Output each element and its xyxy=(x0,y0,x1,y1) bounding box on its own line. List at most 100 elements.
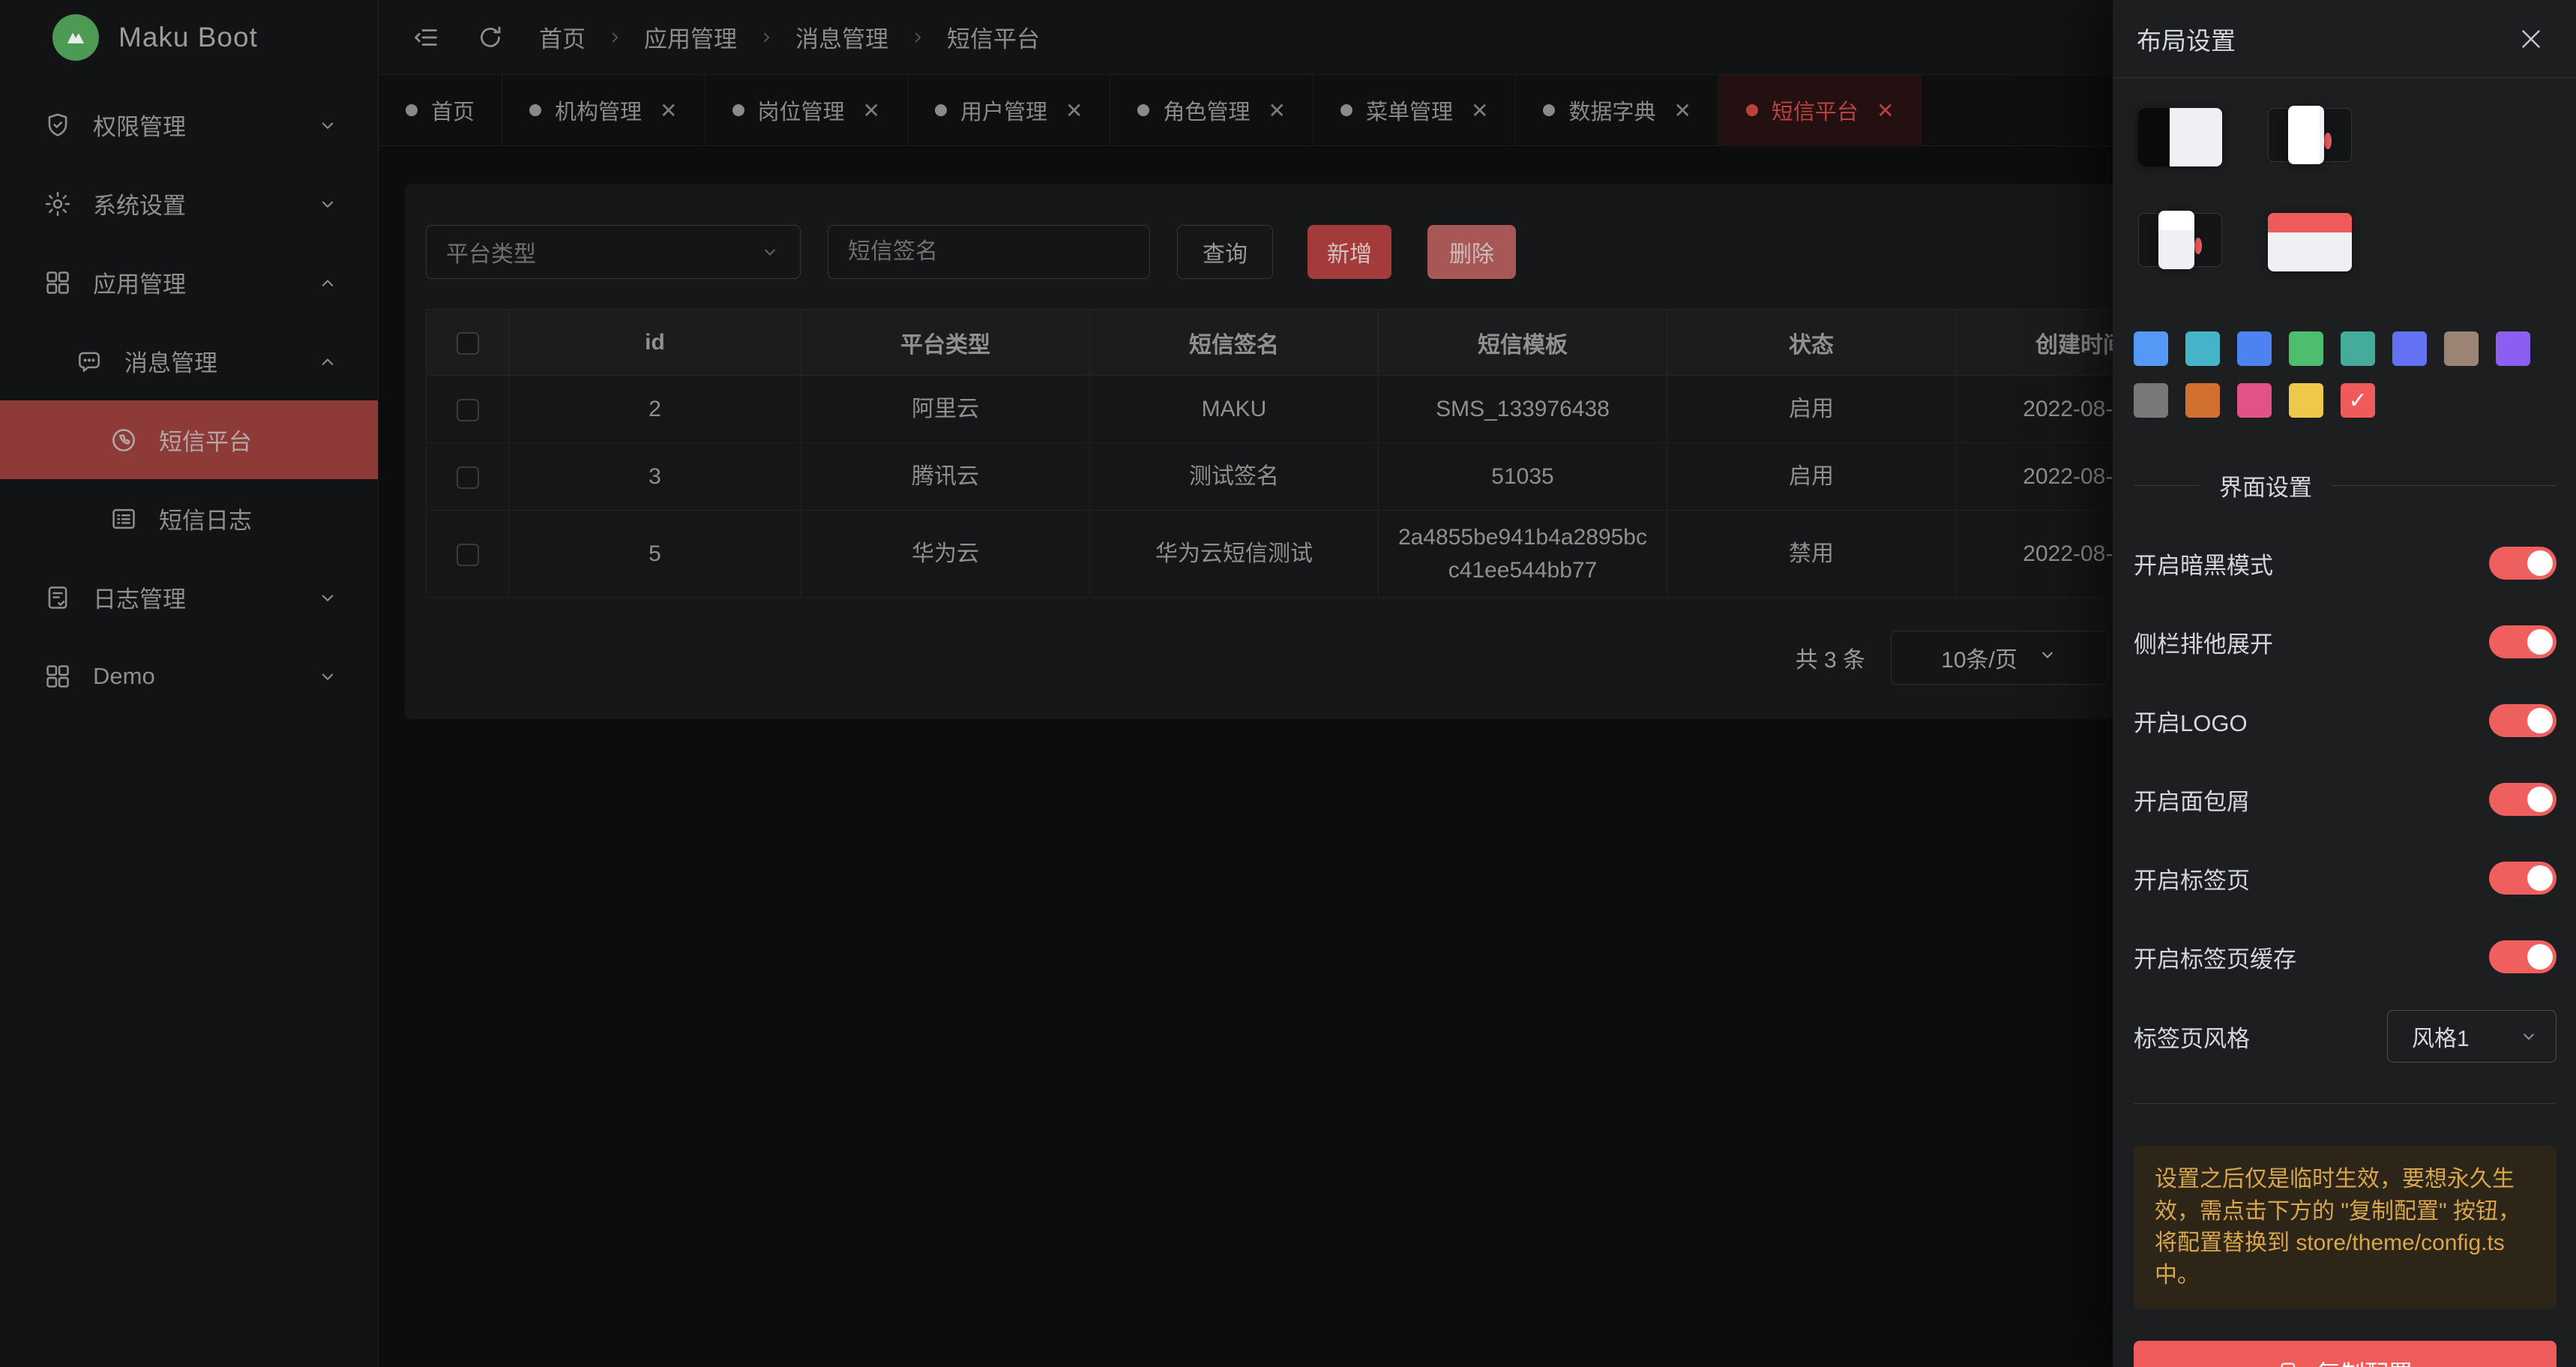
theme-color-swatch[interactable] xyxy=(2185,331,2220,366)
cell-template: 2a4855be941b4a2895bcc41ee544bb77 xyxy=(1379,511,1667,598)
breadcrumb: 首页 应用管理 消息管理 短信平台 xyxy=(539,20,1040,54)
layout-thumbnail xyxy=(2288,106,2324,164)
theme-color-swatch[interactable] xyxy=(2392,331,2427,366)
total-count: 共 3 条 xyxy=(1796,641,1865,674)
chevron-up-icon xyxy=(316,350,339,373)
layout-option-dark-sidebar[interactable] xyxy=(2138,108,2222,195)
tab-org[interactable]: 机构管理 ✕ xyxy=(502,75,705,145)
row-checkbox[interactable] xyxy=(457,399,479,421)
cell-id: 2 xyxy=(509,376,801,443)
toggle-logo[interactable] xyxy=(2489,704,2557,737)
chevron-down-icon xyxy=(316,193,339,215)
toggle-breadcrumb[interactable] xyxy=(2489,783,2557,816)
theme-color-swatch[interactable] xyxy=(2185,383,2220,418)
delete-button[interactable]: 删除 xyxy=(1427,225,1516,279)
tab-style-row: 标签页风格 风格1 xyxy=(2134,1010,2557,1063)
sidebar-item-label: 系统设置 xyxy=(93,187,186,220)
close-icon[interactable]: ✕ xyxy=(1877,98,1894,123)
breadcrumb-item[interactable]: 短信平台 xyxy=(947,20,1040,54)
theme-color-swatch[interactable] xyxy=(2134,383,2168,418)
breadcrumb-item[interactable]: 应用管理 xyxy=(644,20,737,54)
tab-post[interactable]: 岗位管理✕ xyxy=(705,75,908,145)
tab-style-select[interactable]: 风格1 xyxy=(2387,1010,2557,1063)
sidebar-item-permission[interactable]: 权限管理 xyxy=(0,85,378,164)
theme-color-swatch[interactable] xyxy=(2289,383,2323,418)
chevron-right-icon xyxy=(908,28,927,47)
toggle-tab-cache[interactable] xyxy=(2489,940,2557,973)
select-all-checkbox[interactable] xyxy=(457,332,479,355)
setting-label: 开启标签页 xyxy=(2134,862,2250,895)
theme-color-swatch[interactable] xyxy=(2237,331,2272,366)
sign-input[interactable] xyxy=(828,225,1150,279)
copy-config-button[interactable]: 复制配置 xyxy=(2134,1341,2557,1367)
sidebar-item-log[interactable]: 日志管理 xyxy=(0,558,378,637)
cell-sign: 华为云短信测试 xyxy=(1090,511,1379,598)
copy-config-label: 复制配置 xyxy=(2317,1355,2413,1367)
page-size-select[interactable]: 10条/页 xyxy=(1891,631,2108,685)
close-icon[interactable]: ✕ xyxy=(1471,98,1488,123)
breadcrumb-item[interactable]: 消息管理 xyxy=(795,20,888,54)
tab-user[interactable]: 用户管理✕ xyxy=(908,75,1110,145)
cell-status: 启用 xyxy=(1667,443,1956,511)
setting-row-sidebar-exclusive: 侧栏排他展开 xyxy=(2134,624,2557,660)
query-button[interactable]: 查询 xyxy=(1177,225,1273,279)
tab-sms-platform[interactable]: 短信平台 ✕ xyxy=(1719,75,1922,145)
collapse-sidebar-icon[interactable] xyxy=(410,22,442,53)
breadcrumb-item[interactable]: 首页 xyxy=(539,20,586,54)
sidebar-item-sms-platform[interactable]: 短信平台 xyxy=(0,400,378,479)
sidebar-item-sms-log[interactable]: 短信日志 xyxy=(0,479,378,558)
table-body: 2阿里云MAKUSMS_133976438启用2022-08-193腾讯云测试签… xyxy=(427,376,2206,598)
sidebar-item-demo[interactable]: Demo xyxy=(0,637,378,715)
close-icon[interactable] xyxy=(2518,25,2545,52)
sidebar-item-label: 日志管理 xyxy=(93,580,186,614)
layout-thumbnails xyxy=(2138,108,2363,300)
add-button[interactable]: 新增 xyxy=(1307,225,1391,279)
sidebar-item-application[interactable]: 应用管理 xyxy=(0,243,378,322)
select-all-header xyxy=(427,310,509,376)
theme-color-swatch[interactable] xyxy=(2134,331,2168,366)
tab-menu[interactable]: 菜单管理✕ xyxy=(1313,75,1516,145)
sidebar-item-system[interactable]: 系统设置 xyxy=(0,164,378,243)
tab-home[interactable]: 首页 xyxy=(379,75,502,145)
theme-color-swatch[interactable] xyxy=(2496,331,2530,366)
platform-type-placeholder: 平台类型 xyxy=(446,235,536,268)
theme-color-swatch[interactable] xyxy=(2341,331,2375,366)
toggle-dark-mode[interactable] xyxy=(2489,547,2557,580)
tab-label: 短信平台 xyxy=(1772,94,1859,126)
refresh-icon[interactable] xyxy=(475,22,506,53)
theme-color-swatch[interactable] xyxy=(2237,383,2272,418)
sidebar-item-message[interactable]: 消息管理 xyxy=(0,322,378,400)
tab-label: 机构管理 xyxy=(555,94,642,126)
theme-color-swatch[interactable] xyxy=(2289,331,2323,366)
close-icon[interactable]: ✕ xyxy=(1268,98,1285,123)
layout-option-light-sidebar[interactable] xyxy=(2268,108,2352,162)
table-row: 3腾讯云测试签名51035启用2022-08-20 xyxy=(427,443,2206,511)
theme-color-swatch[interactable] xyxy=(2444,331,2479,366)
drawer-body: ✓ 界面设置 开启暗黑模式侧栏排他展开开启LOGO开启面包屑开启标签页开启标签页… xyxy=(2113,78,2576,1367)
close-icon[interactable]: ✕ xyxy=(660,98,677,123)
platform-type-select[interactable]: 平台类型 xyxy=(426,225,801,279)
doc-check-icon xyxy=(43,583,72,612)
layout-option-light-topbar[interactable] xyxy=(2138,213,2222,267)
tab-dict[interactable]: 数据字典✕ xyxy=(1516,75,1718,145)
sms-platform-card: 平台类型 查询 新增 删除 id平台类型短信签名短信模板状态 xyxy=(405,184,2227,719)
row-select-cell xyxy=(427,511,509,598)
toggle-sidebar-exclusive[interactable] xyxy=(2489,625,2557,658)
close-icon[interactable]: ✕ xyxy=(863,98,880,123)
row-select-cell xyxy=(427,443,509,511)
row-checkbox[interactable] xyxy=(457,544,479,566)
close-icon[interactable]: ✕ xyxy=(1065,98,1083,123)
tab-role[interactable]: 角色管理✕ xyxy=(1110,75,1313,145)
phone-circle-icon xyxy=(109,426,138,454)
row-checkbox[interactable] xyxy=(457,466,479,489)
theme-color-swatch[interactable]: ✓ xyxy=(2341,383,2375,418)
query-toolbar: 平台类型 查询 新增 删除 xyxy=(426,225,2206,279)
toggle-tabs[interactable] xyxy=(2489,862,2557,895)
tab-label: 首页 xyxy=(431,94,475,126)
layout-option-red-topbar[interactable] xyxy=(2268,213,2352,300)
sidebar: Maku Boot 权限管理系统设置应用管理消息管理短信平台短信日志日志管理De… xyxy=(0,0,379,1367)
cell-platform: 腾讯云 xyxy=(801,443,1090,511)
close-icon[interactable]: ✕ xyxy=(1673,98,1691,123)
tab-dot xyxy=(1746,104,1758,116)
sidebar-item-label: 消息管理 xyxy=(124,344,217,378)
